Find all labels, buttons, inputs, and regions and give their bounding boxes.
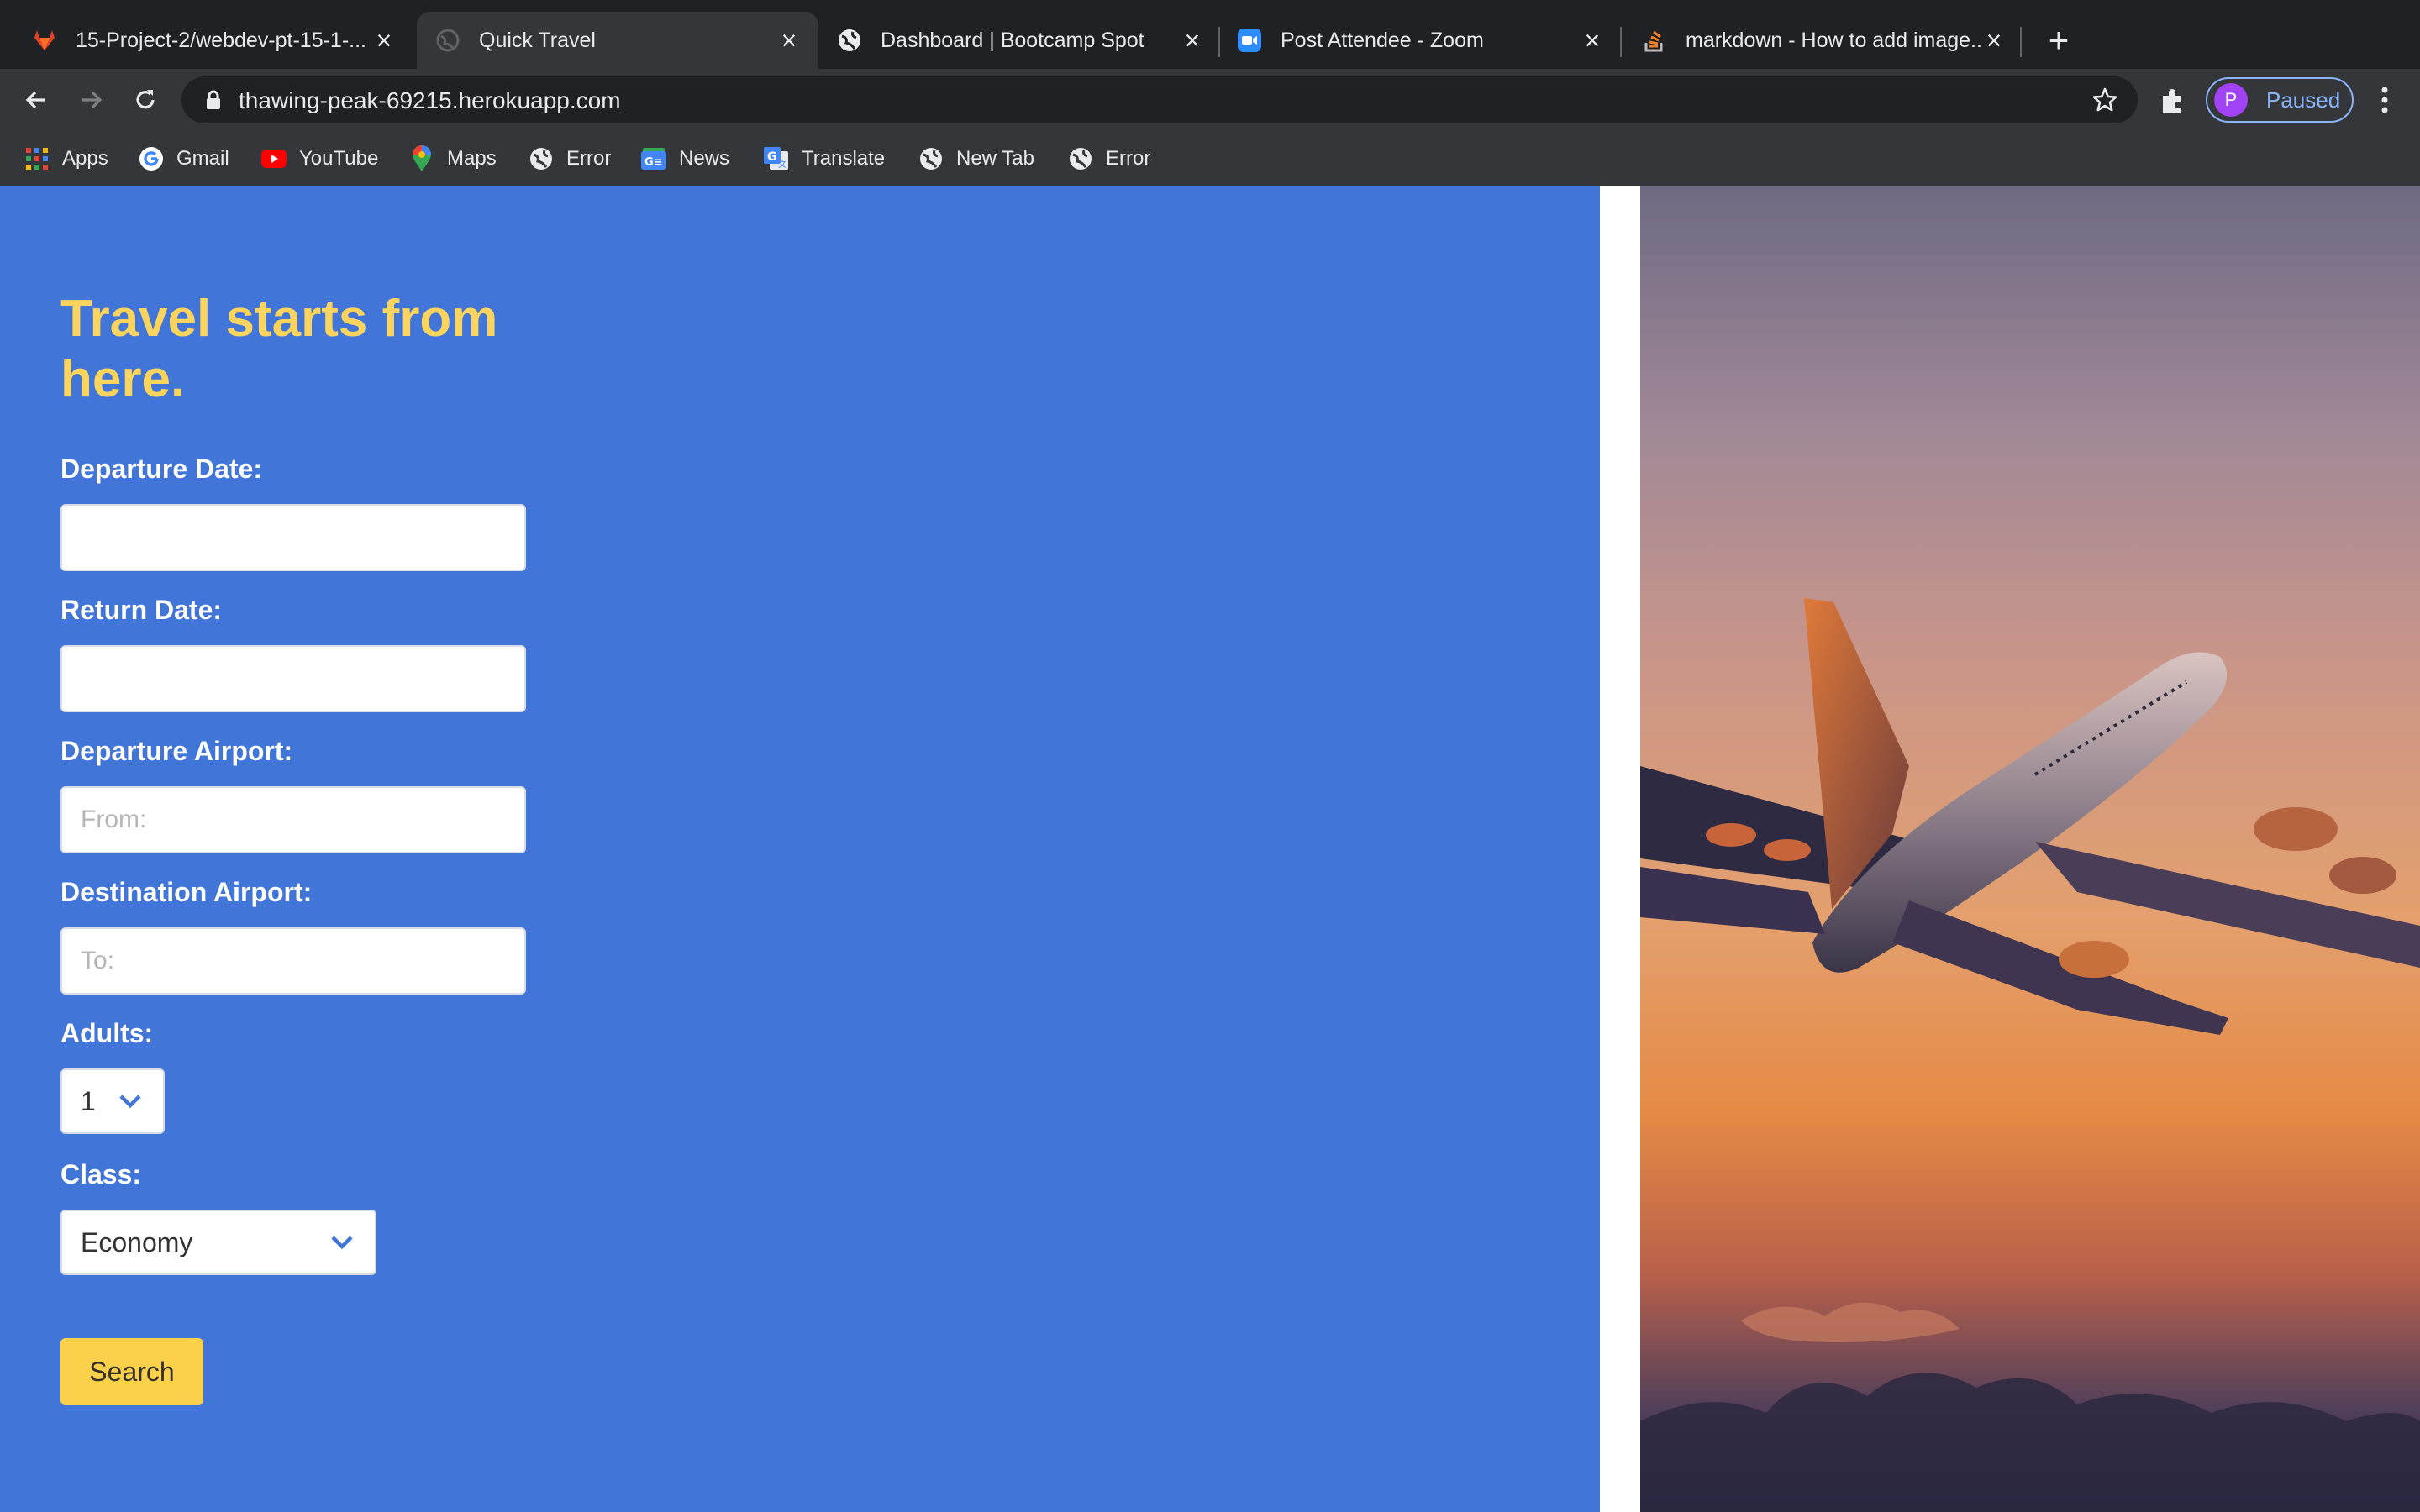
bookmark-label: Error [566, 147, 612, 170]
departure-date-label: Departure Date: [60, 454, 263, 484]
return-date-input[interactable] [60, 645, 526, 712]
lock-icon [207, 90, 220, 109]
bookmark-label: News [679, 147, 730, 170]
close-icon[interactable]: × [1580, 27, 1605, 54]
close-icon[interactable]: × [776, 27, 802, 54]
bookmarks-bar: Apps Gmail YouTube Maps Error G≡ News G文 [0, 131, 2420, 186]
reload-button[interactable] [128, 82, 163, 118]
tab-bootcamp-dashboard[interactable]: Dashboard | Bootcamp Spot × [822, 12, 1222, 69]
class-select[interactable]: Economy [60, 1210, 376, 1275]
arrow-left-icon [25, 91, 45, 109]
tab-title: 15-Project-2/webdev-pt-15-1-... [76, 28, 366, 52]
youtube-icon [260, 145, 287, 172]
bookmark-error[interactable]: Error [528, 144, 611, 173]
svg-text:G≡: G≡ [644, 156, 663, 169]
globe-icon [528, 145, 555, 172]
chevron-down-icon [119, 1095, 141, 1109]
tab-strip: 15-Project-2/webdev-pt-15-1-... × Quick … [0, 0, 2420, 69]
adults-label: Adults: [60, 1018, 154, 1048]
tab-title: Dashboard | Bootcamp Spot [881, 28, 1144, 52]
chevron-down-icon [331, 1236, 353, 1250]
bookmark-translate[interactable]: G文 Translate [763, 144, 885, 173]
globe-icon [918, 145, 944, 172]
search-form-panel: Travel starts from here. Departure Date:… [0, 186, 1600, 1512]
globe-icon [435, 28, 460, 53]
globe-icon [837, 28, 862, 53]
airplane-sunset-image [1640, 186, 2420, 1512]
return-date-label: Return Date: [60, 595, 223, 625]
bookmark-news[interactable]: G≡ News [640, 144, 729, 173]
bookmark-label: Error [1106, 147, 1151, 170]
news-icon: G≡ [640, 145, 667, 172]
gitlab-icon [32, 28, 57, 53]
reload-icon [136, 90, 155, 109]
profile-status-label: Paused [2266, 87, 2341, 113]
svg-text:G: G [767, 150, 777, 164]
bookmark-label: YouTube [299, 147, 379, 170]
tab-zoom[interactable]: Post Attendee - Zoom × [1222, 12, 1622, 69]
zoom-icon [1237, 28, 1262, 53]
address-bar[interactable]: thawing-peak-69215.herokuapp.com [182, 76, 2138, 123]
bookmark-new-tab[interactable]: New Tab [918, 144, 1034, 173]
back-button[interactable] [18, 82, 54, 118]
bookmark-star-icon[interactable] [2091, 86, 2119, 114]
tab-title: Post Attendee - Zoom [1281, 28, 1484, 52]
class-selected-value: Economy [81, 1226, 193, 1257]
bookmark-error-2[interactable]: Error [1067, 144, 1150, 173]
close-icon[interactable]: × [1981, 27, 2007, 54]
departure-airport-input[interactable] [60, 786, 526, 853]
bookmark-label: Apps [62, 147, 108, 170]
page-heading: Travel starts from here. [60, 290, 498, 408]
adults-select[interactable]: 1 [60, 1068, 165, 1134]
bookmark-label: Translate [802, 147, 886, 170]
svg-text:文: 文 [778, 159, 786, 170]
search-button[interactable]: Search [60, 1338, 203, 1405]
more-menu-icon[interactable] [2370, 82, 2400, 118]
class-label: Class: [60, 1159, 142, 1189]
browser-toolbar: thawing-peak-69215.herokuapp.com P Pause… [0, 69, 2420, 131]
airplane-photo-illustration [1640, 186, 2420, 1512]
url-text: thawing-peak-69215.herokuapp.com [239, 87, 621, 113]
avatar: P [2214, 83, 2248, 117]
maps-icon [408, 145, 435, 172]
close-icon[interactable]: × [1180, 27, 1205, 54]
extensions-puzzle-icon[interactable] [2158, 84, 2190, 116]
destination-airport-label: Destination Airport: [60, 877, 313, 907]
tab-stackoverflow[interactable]: markdown - How to add image... × [1623, 12, 2023, 69]
departure-airport-label: Departure Airport: [60, 736, 293, 766]
tab-separator [2020, 27, 2022, 57]
translate-icon: G文 [763, 145, 790, 172]
bookmark-gmail[interactable]: Gmail [138, 144, 229, 173]
new-tab-button[interactable]: + [2042, 23, 2075, 58]
destination-airport-input[interactable] [60, 927, 526, 995]
apps-grid-icon [24, 145, 50, 172]
adults-selected-value: 1 [81, 1085, 96, 1116]
close-icon[interactable]: × [371, 27, 397, 54]
globe-icon [1067, 145, 1094, 172]
departure-date-input[interactable] [60, 504, 526, 571]
tab-quick-travel[interactable]: Quick Travel × [417, 12, 818, 69]
profile-button[interactable]: P Paused [2206, 77, 2354, 123]
tab-title: markdown - How to add image... [1686, 28, 1981, 52]
page-viewport: Travel starts from here. Departure Date:… [0, 186, 2420, 1512]
tab-gitlab-project[interactable]: 15-Project-2/webdev-pt-15-1-... × [0, 12, 413, 69]
tab-title: Quick Travel [479, 28, 596, 52]
google-icon [138, 145, 165, 172]
arrow-right-icon [82, 91, 103, 109]
bookmark-label: New Tab [956, 147, 1034, 170]
bookmark-youtube[interactable]: YouTube [260, 144, 378, 173]
tab-separator [1620, 27, 1622, 57]
bookmark-label: Gmail [176, 147, 229, 170]
bookmark-maps[interactable]: Maps [408, 144, 497, 173]
bookmark-label: Maps [447, 147, 497, 170]
bookmark-apps[interactable]: Apps [24, 144, 108, 173]
forward-button[interactable] [74, 82, 109, 118]
tab-separator [1218, 27, 1220, 57]
stackoverflow-icon [1642, 28, 1667, 53]
